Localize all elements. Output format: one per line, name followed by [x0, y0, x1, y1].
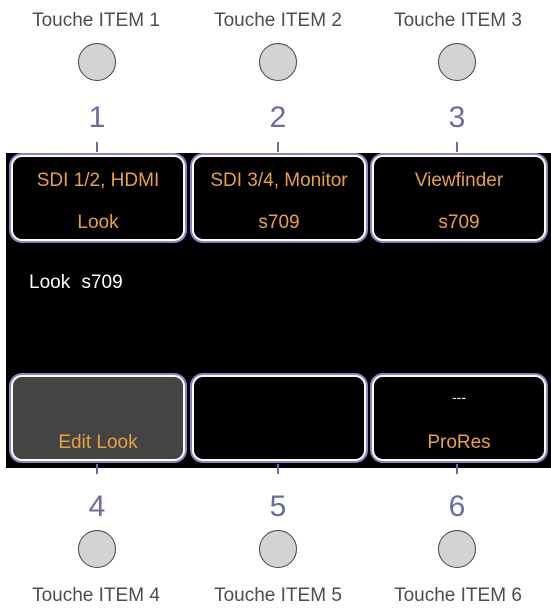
- callout-number-3: 3: [448, 101, 466, 134]
- tile-item-6-line1: ---: [452, 389, 466, 405]
- status-text: Look s709: [29, 272, 123, 293]
- callout-number-4: 4: [88, 490, 106, 523]
- item-6-key[interactable]: [438, 530, 476, 568]
- tile-item-1[interactable]: SDI 1/2, HDMI Look: [11, 155, 185, 241]
- callout-number-2: 2: [269, 101, 287, 134]
- item-3-key[interactable]: [438, 43, 476, 81]
- tile-item-6-line2: ProRes: [427, 432, 491, 453]
- tile-item-1-line2: Look: [77, 212, 119, 233]
- tile-item-4-line2: Edit Look: [58, 432, 138, 453]
- key-label-item-6: Touche ITEM 6: [394, 585, 522, 606]
- connector-line-1: [96, 142, 98, 152]
- connector-line-6: [456, 464, 458, 474]
- item-4-key[interactable]: [78, 530, 116, 568]
- tile-item-6[interactable]: --- ProRes: [372, 375, 546, 461]
- tile-item-3-line1: Viewfinder: [414, 170, 504, 191]
- connector-line-4: [96, 464, 98, 474]
- item-5-key[interactable]: [259, 530, 297, 568]
- callout-number-6: 6: [448, 490, 466, 523]
- item-1-key[interactable]: [78, 43, 116, 81]
- tile-item-4[interactable]: Edit Look: [11, 375, 185, 461]
- callout-number-1: 1: [88, 101, 106, 134]
- key-label-item-5: Touche ITEM 5: [214, 585, 342, 606]
- tile-item-2[interactable]: SDI 3/4, Monitor s709: [192, 155, 366, 241]
- item-2-key[interactable]: [259, 43, 297, 81]
- connector-line-2: [277, 142, 279, 152]
- tile-item-3[interactable]: Viewfinder s709: [372, 155, 546, 241]
- connector-line-5: [277, 464, 279, 474]
- connector-line-3: [456, 142, 458, 152]
- tile-item-1-line1: SDI 1/2, HDMI: [36, 170, 160, 191]
- key-label-item-3: Touche ITEM 3: [394, 10, 522, 31]
- key-label-item-2: Touche ITEM 2: [214, 10, 342, 31]
- tile-item-2-line2: s709: [258, 212, 300, 233]
- key-label-item-4: Touche ITEM 4: [32, 585, 160, 606]
- key-label-item-1: Touche ITEM 1: [32, 10, 160, 31]
- tile-item-5[interactable]: [192, 375, 366, 461]
- tile-item-3-line2: s709: [438, 212, 480, 233]
- tile-item-2-line1: SDI 3/4, Monitor: [210, 170, 348, 191]
- callout-number-5: 5: [269, 490, 287, 523]
